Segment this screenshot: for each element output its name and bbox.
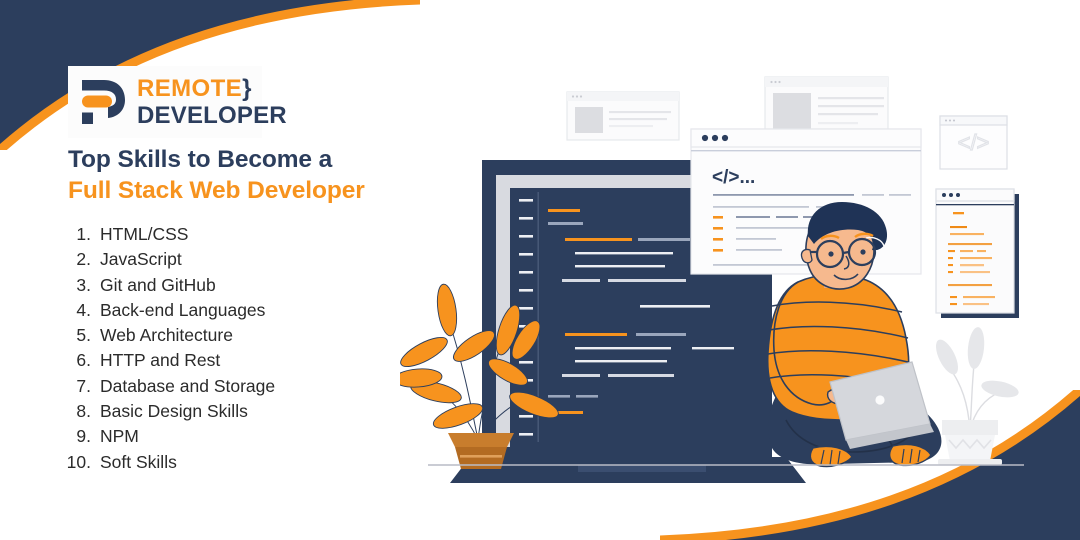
list-item: 1. HTML/CSS (62, 224, 402, 249)
list-item-label: Git and GitHub (100, 274, 216, 295)
list-item-label: Back-end Languages (100, 299, 266, 320)
list-item: 8. Basic Design Skills (62, 401, 402, 426)
infographic-canvas: REMOTE} DEVELOPER Top Skills to Become a… (0, 0, 1080, 540)
code-window-heading: </>... (712, 167, 755, 188)
list-item-label: NPM (100, 426, 139, 447)
list-item-label: JavaScript (100, 249, 182, 270)
list-item-number: 2. (76, 249, 91, 270)
code-glyph-text: </> (958, 130, 990, 155)
list-item-label: HTML/CSS (100, 224, 189, 244)
title-line-2: Full Stack Web Developer (68, 176, 365, 204)
list-item: 4. Back-end Languages (62, 300, 402, 325)
list-item: 7. Database and Storage (62, 376, 402, 401)
left-content-column: REMOTE} DEVELOPER Top Skills to Become a… (0, 0, 420, 540)
list-item: 9. NPM (62, 426, 402, 451)
list-item: 2. JavaScript (62, 249, 402, 274)
skills-list: 1. HTML/CSS 2. JavaScript 3. Git and GitHub 4.… (62, 224, 402, 477)
list-item-label: HTTP and Rest (100, 350, 221, 371)
developer-illustration: </> </>... (400, 76, 1024, 483)
list-item-label: Database and Storage (100, 375, 276, 396)
list-item-number: 10. (66, 451, 91, 472)
list-item-label: Soft Skills (100, 451, 177, 472)
list-item-label: Web Architecture (100, 325, 233, 346)
brand-name-bottom: DEVELOPER (137, 101, 287, 129)
list-item: 5. Web Architecture (62, 325, 402, 350)
background-article-card-left (566, 91, 680, 141)
window-dots-icon (701, 134, 729, 142)
brand-wordmark: REMOTE} DEVELOPER (137, 74, 287, 129)
list-item-number: 4. (76, 299, 91, 320)
code-glyph-card: </> (939, 115, 1008, 170)
list-item-number: 1. (76, 224, 91, 244)
list-item-number: 3. (76, 274, 91, 295)
list-item-number: 7. (76, 375, 91, 396)
brand-logo[interactable]: REMOTE} DEVELOPER (68, 66, 287, 138)
list-item-number: 5. (76, 325, 91, 346)
list-item: 6. HTTP and Rest (62, 350, 402, 375)
list-item: 3. Git and GitHub (62, 275, 402, 300)
gray-leaf-plant (935, 327, 1019, 465)
page-title: Top Skills to Become a Full Stack Web De… (68, 145, 418, 207)
brace-glyph: } (242, 74, 252, 102)
list-item-label: Basic Design Skills (100, 401, 248, 422)
title-line-1: Top Skills to Become a (68, 146, 333, 173)
list-item-number: 6. (76, 350, 91, 371)
orange-code-list-card (935, 188, 1019, 318)
list-item: 10. Soft Skills (62, 452, 402, 477)
list-item-number: 9. (76, 426, 91, 447)
r-monogram-icon (82, 80, 125, 124)
orange-card-dots-icon (942, 193, 960, 197)
brand-name-top: REMOTE} (137, 74, 252, 102)
list-item-number: 8. (76, 401, 91, 422)
